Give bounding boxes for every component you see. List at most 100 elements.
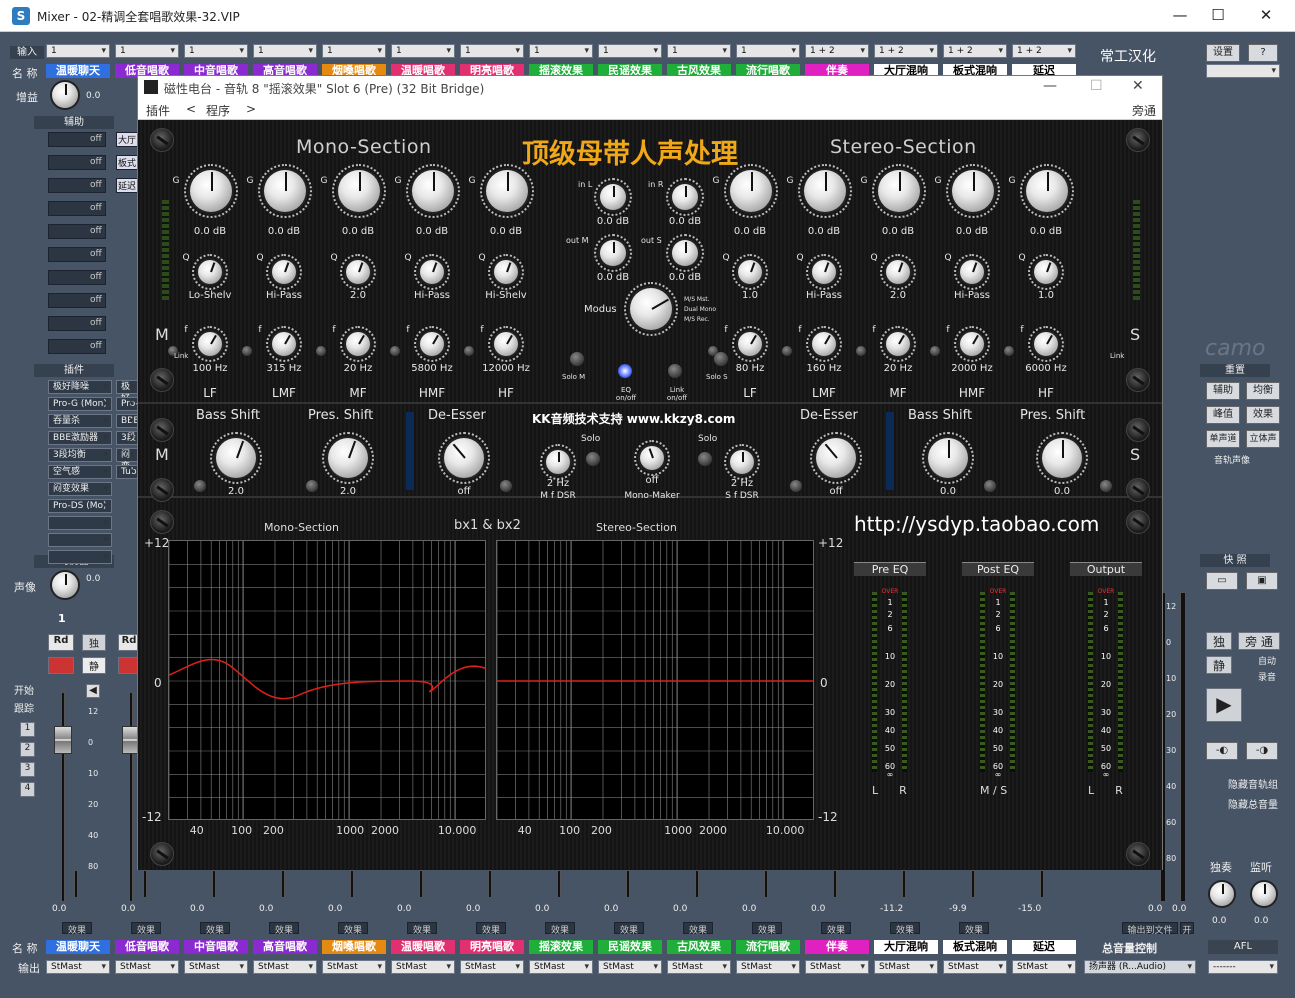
track-input-select[interactable]: 1 — [391, 44, 455, 58]
close-button[interactable]: ✕ — [1246, 4, 1286, 28]
peak-button[interactable]: 峰值 — [1206, 406, 1240, 424]
plugin-close-button[interactable]: ✕ — [1132, 78, 1144, 94]
track-effect-button[interactable]: 效果 — [683, 922, 713, 936]
mono-link-led[interactable] — [242, 346, 252, 356]
track-effect-button[interactable]: 效果 — [131, 922, 161, 936]
mono-link-led[interactable] — [390, 346, 400, 356]
mono-gain-knob-0[interactable] — [190, 170, 232, 212]
gain-knob[interactable] — [52, 82, 78, 108]
track1-record-button[interactable] — [48, 657, 74, 674]
next-program-button[interactable]: > — [246, 102, 256, 116]
solo-level-knob[interactable] — [1210, 882, 1234, 906]
mono-gain-knob-4[interactable] — [486, 170, 528, 212]
link-led[interactable] — [194, 480, 206, 492]
minimize-button[interactable]: — — [1160, 4, 1200, 28]
plugin-menu[interactable]: 插件 — [146, 102, 170, 119]
mono-de-esser-knob[interactable] — [444, 438, 484, 478]
output-open-button[interactable]: 开 — [1180, 922, 1194, 936]
link-led[interactable] — [1100, 480, 1112, 492]
stereo-link-led[interactable] — [782, 346, 792, 356]
mono-freq-knob-2[interactable] — [346, 332, 370, 356]
track-output-select[interactable]: StMast — [736, 960, 800, 974]
stereo-gain-knob-1[interactable] — [804, 170, 846, 212]
mono-q-knob-3[interactable] — [420, 260, 444, 284]
track-input-select[interactable]: 1 + 2 — [1012, 44, 1076, 58]
track-effect-button[interactable]: 效果 — [407, 922, 437, 936]
stereo-link-led[interactable] — [1004, 346, 1014, 356]
link-led[interactable] — [500, 480, 512, 492]
master-aux-button[interactable]: 辅助 — [1206, 382, 1240, 400]
stereo-q-knob-1[interactable] — [812, 260, 836, 284]
stereo-gain-knob-3[interactable] — [952, 170, 994, 212]
stereo-link-led[interactable] — [856, 346, 866, 356]
stereo-freq-knob-2[interactable] — [886, 332, 910, 356]
program-menu[interactable]: 程序 — [206, 102, 230, 119]
track-effect-button[interactable]: 效果 — [821, 922, 851, 936]
modus-knob[interactable] — [630, 288, 672, 330]
aux-send-slot[interactable]: 大厅 — [116, 132, 138, 147]
stereo-pres-shift-knob[interactable] — [1042, 438, 1082, 478]
track-effect-button[interactable]: 效果 — [269, 922, 299, 936]
link-led[interactable] — [790, 480, 802, 492]
s-solo-button[interactable] — [698, 452, 712, 466]
track-output-select[interactable]: StMast — [943, 960, 1007, 974]
stereo-q-knob-2[interactable] — [886, 260, 910, 284]
mono-button[interactable]: 单声道 — [1206, 430, 1240, 448]
stereo-de-esser-knob[interactable] — [816, 438, 856, 478]
monitor-select[interactable]: ------- — [1208, 960, 1278, 974]
aux-send-slot[interactable]: 延迟 — [116, 178, 138, 193]
plugin-bypass-button[interactable]: 旁通 — [1132, 102, 1156, 119]
track-input-select[interactable]: 1 — [184, 44, 248, 58]
group-number-button[interactable]: 4 — [20, 782, 35, 797]
settings-button[interactable]: 设置 — [1206, 44, 1240, 62]
insert-slot[interactable]: 极好 — [116, 380, 138, 404]
track-output-select[interactable]: StMast — [529, 960, 593, 974]
track-effect-button[interactable]: 效果 — [752, 922, 782, 936]
track-effect-button[interactable]: 效果 — [200, 922, 230, 936]
mono-q-knob-0[interactable] — [198, 260, 222, 284]
output-to-file-button[interactable]: 输出到文件 — [1122, 922, 1178, 936]
insert-slot-empty[interactable] — [48, 550, 112, 564]
snapshot-folder-button[interactable]: ▭ — [1206, 572, 1238, 590]
insert-slot[interactable]: 空气感 — [48, 465, 112, 479]
in-r-knob[interactable] — [672, 184, 698, 210]
solo-m-button[interactable] — [570, 352, 584, 366]
mono-link-led[interactable] — [316, 346, 326, 356]
prev-program-button[interactable]: < — [186, 102, 196, 116]
solo-s-button[interactable] — [714, 352, 728, 366]
insert-slot[interactable]: BBE — [116, 414, 139, 428]
insert-slot[interactable]: Pro-DS (Mo) — [48, 499, 112, 513]
track-output-select[interactable]: StMast — [184, 960, 248, 974]
snapshot-save-button[interactable]: ▣ — [1246, 572, 1278, 590]
insert-slot[interactable]: Pro- — [116, 397, 139, 411]
mono-maker-knob[interactable] — [640, 446, 664, 470]
stereo-gain-knob-2[interactable] — [878, 170, 920, 212]
stereo-gain-knob-4[interactable] — [1026, 170, 1068, 212]
master-solo-button[interactable]: 独 — [1206, 632, 1232, 650]
track-output-select[interactable]: StMast — [805, 960, 869, 974]
stereo-freq-knob-4[interactable] — [1034, 332, 1058, 356]
track-effect-button[interactable]: 效果 — [62, 922, 92, 936]
maximize-button[interactable]: ☐ — [1198, 4, 1238, 28]
mono-gain-knob-2[interactable] — [338, 170, 380, 212]
mono-gain-knob-3[interactable] — [412, 170, 454, 212]
track-input-select[interactable]: 1 — [598, 44, 662, 58]
mono-q-knob-1[interactable] — [272, 260, 296, 284]
mono-q-knob-4[interactable] — [494, 260, 518, 284]
bass-shift-knob[interactable] — [216, 438, 256, 478]
insert-slot[interactable]: 3段 — [116, 431, 138, 445]
track-output-select[interactable]: StMast — [874, 960, 938, 974]
link-left-button[interactable]: -◐ — [1206, 742, 1238, 760]
link-led[interactable] — [984, 480, 996, 492]
track-input-select[interactable]: 1 + 2 — [805, 44, 869, 58]
track-output-select[interactable]: StMast — [1012, 960, 1076, 974]
afl-button[interactable]: AFL — [1208, 940, 1278, 954]
track-output-select[interactable]: StMast — [115, 960, 179, 974]
aux-send-slot[interactable]: 板式 — [116, 155, 138, 170]
link-onoff-button[interactable] — [668, 364, 682, 378]
in-l-knob[interactable] — [600, 184, 626, 210]
track-effect-button[interactable]: 效果 — [959, 922, 989, 936]
mono-freq-knob-4[interactable] — [494, 332, 518, 356]
monitor-level-knob[interactable] — [1252, 882, 1276, 906]
track-input-select[interactable]: 1 — [667, 44, 731, 58]
